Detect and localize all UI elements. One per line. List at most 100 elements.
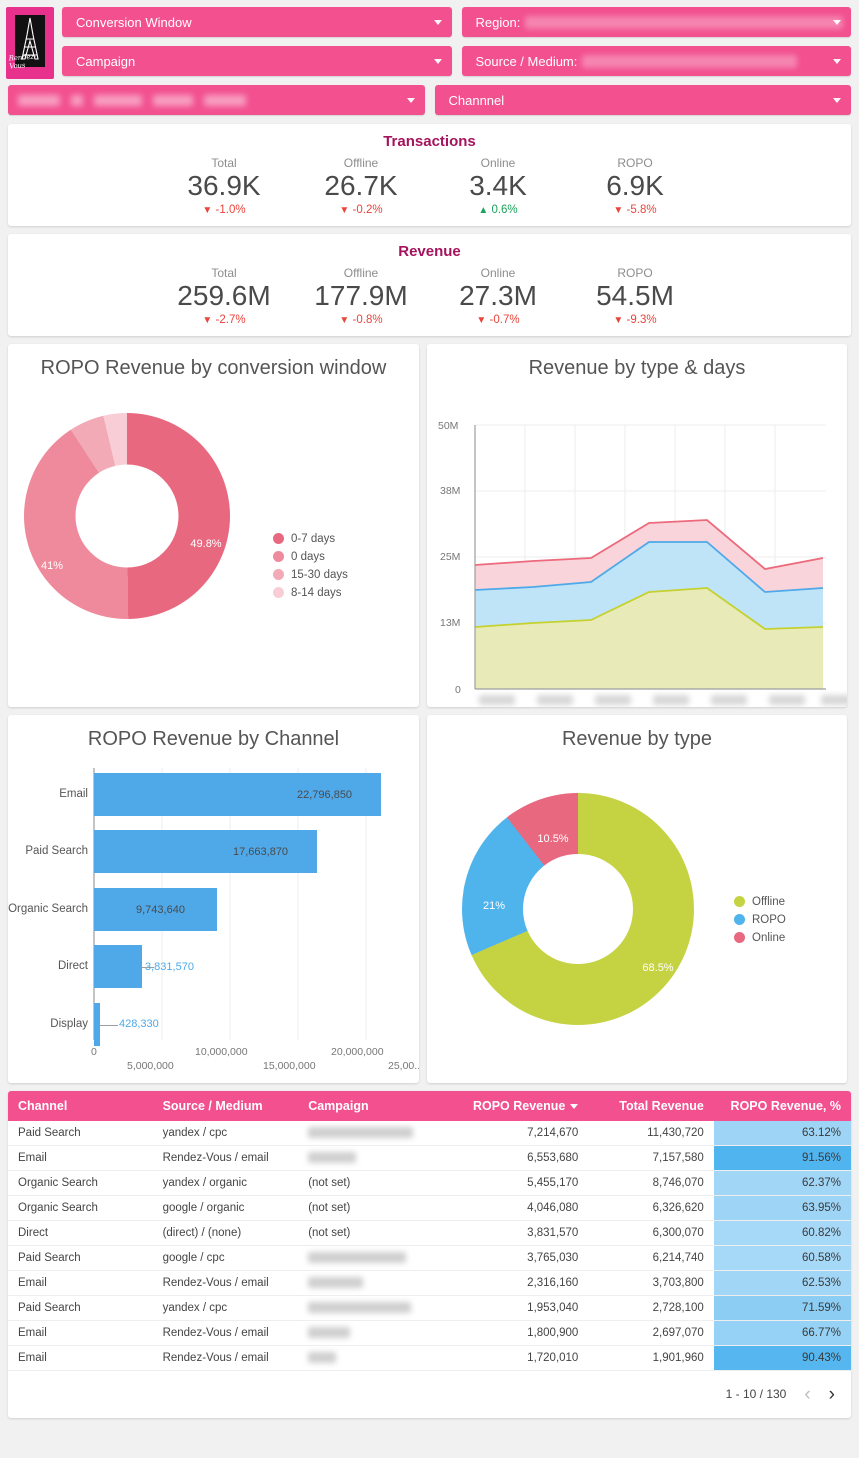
kpi-label: Online — [480, 156, 516, 170]
table-row[interactable]: Email Rendez-Vous / email 1,800,900 2,69… — [8, 1320, 851, 1346]
column-header-source-medium[interactable]: Source / Medium — [152, 1090, 299, 1121]
cell-ropo-pct: 62.37% — [713, 1170, 851, 1196]
kpi-transactions-online: Online 3.4K ▲ 0.6% — [430, 156, 567, 216]
cell-channel: Email — [8, 1270, 153, 1296]
column-header-total-revenue[interactable]: Total Revenue — [588, 1090, 714, 1121]
column-header-campaign[interactable]: Campaign — [298, 1090, 459, 1121]
chart-ropo-revenue-by-conversion-window[interactable]: ROPO Revenue by conversion window 49.8% … — [8, 343, 419, 707]
table-row[interactable]: Paid Search yandex / cpc 7,214,670 11,43… — [8, 1120, 851, 1146]
cell-campaign — [298, 1345, 459, 1371]
x-tick-label: 0 — [91, 1045, 97, 1058]
kpi-delta-value: -0.7% — [489, 313, 520, 326]
pagination-next-button[interactable]: › — [829, 1385, 835, 1404]
legend-item[interactable]: 0 days — [273, 551, 348, 563]
legend-item[interactable]: ROPO — [734, 914, 786, 926]
table-row[interactable]: Direct (direct) / (none) (not set) 3,831… — [8, 1220, 851, 1246]
arrow-down-icon: ▼ — [613, 204, 624, 216]
cell-source-medium: google / cpc — [152, 1245, 299, 1271]
cell-total-revenue: 6,214,740 — [588, 1245, 714, 1271]
kpi-label: Offline — [343, 156, 379, 170]
cell-total-revenue: 11,430,720 — [588, 1120, 714, 1146]
column-header-channel[interactable]: Channel — [8, 1090, 153, 1121]
filter-region-label: Region: — [475, 14, 521, 30]
cell-ropo-revenue: 2,316,160 — [458, 1270, 589, 1296]
filter-col-right-3: Channnel — [434, 85, 851, 115]
x-tick-label-blurred — [537, 694, 573, 705]
table-row[interactable]: Email Rendez-Vous / email 2,316,160 3,70… — [8, 1270, 851, 1296]
table-row[interactable]: Email Rendez-Vous / email 6,553,680 7,15… — [8, 1145, 851, 1171]
legend-item[interactable]: 8-14 days — [273, 587, 348, 599]
filter-channel[interactable]: Channnel — [434, 85, 851, 115]
legend-item[interactable]: 15-30 days — [273, 569, 348, 581]
cell-total-revenue: 6,300,070 — [588, 1220, 714, 1246]
legend-label: ROPO — [752, 913, 786, 926]
kpi-card-title: Transactions — [383, 133, 476, 150]
cell-source-medium: Rendez-Vous / email — [152, 1145, 299, 1171]
table-row[interactable]: Paid Search google / cpc 3,765,030 6,214… — [8, 1245, 851, 1271]
cell-source-medium: yandex / cpc — [152, 1295, 299, 1321]
donut-conversion-window: 49.8% 41% 0-7 days 0 days 15-30 days 8-1… — [8, 380, 419, 680]
kpi-label: Total — [211, 265, 237, 280]
x-tick-label: 10,000,000 — [195, 1045, 248, 1058]
table-row[interactable]: Organic Search yandex / organic (not set… — [8, 1170, 851, 1196]
kpi-value: 6.9K — [606, 170, 664, 201]
chart-revenue-by-type[interactable]: Revenue by type 68.5% 21% 10.5% Offline … — [427, 714, 847, 1083]
table-row[interactable]: Organic Search google / organic (not set… — [8, 1195, 851, 1221]
legend-label: 0-7 days — [291, 532, 336, 545]
filter-source-medium[interactable]: Source / Medium: — [461, 46, 851, 76]
table-body: Paid Search yandex / cpc 7,214,670 11,43… — [8, 1120, 851, 1371]
dashboard-page: Rendez-Vous Conversion Window Region: Ca… — [0, 0, 859, 1458]
cell-channel: Direct — [8, 1220, 153, 1246]
table-row[interactable]: Paid Search yandex / cpc 1,953,040 2,728… — [8, 1295, 851, 1321]
kpi-value: 259.6M — [177, 279, 271, 311]
x-tick-label-blurred — [595, 694, 631, 705]
donut-revenue-by-type: 68.5% 21% 10.5% Offline ROPO Online — [427, 751, 847, 1061]
column-header-ropo-revenue-pct[interactable]: ROPO Revenue, % — [713, 1090, 851, 1121]
kpi-value: 27.3M — [459, 279, 537, 311]
filter-date-range[interactable] — [8, 85, 425, 115]
chart-revenue-by-type-and-days[interactable]: Revenue by type & days 50M 38M 25M 13M 0 — [427, 343, 847, 707]
cell-ropo-revenue: 1,800,900 — [458, 1320, 589, 1346]
donut-slice-label-2: 10.5% — [537, 832, 569, 845]
filter-source-medium-value — [582, 54, 798, 68]
legend-item[interactable]: Online — [734, 932, 786, 944]
cell-channel: Email — [8, 1320, 153, 1346]
campaign-blurred — [308, 1127, 414, 1139]
cell-ropo-pct: 60.82% — [713, 1220, 851, 1246]
kpi-delta: ▲ 0.6% — [430, 204, 567, 216]
cell-total-revenue: 6,326,620 — [588, 1195, 714, 1221]
filter-region[interactable]: Region: — [461, 7, 851, 37]
chart-ropo-revenue-by-channel[interactable]: ROPO Revenue by Channel Email Paid Searc… — [8, 714, 419, 1083]
cell-campaign: (not set) — [298, 1195, 459, 1221]
charts-row-top: ROPO Revenue by conversion window 49.8% … — [0, 343, 859, 715]
legend-item[interactable]: 0-7 days — [273, 533, 348, 545]
pagination-prev-button[interactable]: ‹ — [804, 1385, 810, 1404]
legend-color-swatch — [273, 551, 284, 563]
table-row[interactable]: Email Rendez-Vous / email 1,720,010 1,90… — [8, 1345, 851, 1371]
bar-direct[interactable] — [94, 944, 142, 988]
filter-row-2: Campaign Source / Medium: — [62, 46, 851, 76]
filter-conversion-window[interactable]: Conversion Window — [62, 7, 452, 37]
chart-title: ROPO Revenue by conversion window — [40, 356, 387, 379]
filter-col-left-1: Conversion Window — [62, 7, 452, 37]
kpi-label: Online — [480, 265, 516, 280]
kpi-card-transactions: Transactions Total 36.9K ▼ -1.0% Offline… — [8, 124, 851, 226]
bar-leader-line — [100, 1024, 118, 1026]
kpi-delta: ▼ -0.2% — [293, 204, 430, 216]
chevron-down-icon — [833, 59, 841, 64]
cell-channel: Paid Search — [8, 1120, 153, 1146]
area-chart-svg — [474, 424, 826, 690]
filter-campaign[interactable]: Campaign — [62, 46, 452, 76]
kpi-delta: ▼ -0.8% — [293, 314, 430, 326]
kpi-delta: ▼ -2.7% — [156, 314, 293, 326]
legend-item[interactable]: Offline — [734, 896, 786, 908]
cell-campaign — [298, 1120, 459, 1146]
cell-ropo-pct: 90.43% — [713, 1345, 851, 1371]
data-table-card: Channel Source / Medium Campaign ROPO Re… — [8, 1090, 851, 1418]
kpi-delta-value: -0.8% — [352, 313, 383, 326]
column-header-ropo-revenue[interactable]: ROPO Revenue — [458, 1090, 589, 1121]
x-tick-label-blurred — [711, 694, 747, 705]
chevron-down-icon — [833, 20, 841, 25]
kpi-delta-value: -2.7% — [215, 313, 246, 326]
legend-label: 8-14 days — [291, 586, 342, 599]
